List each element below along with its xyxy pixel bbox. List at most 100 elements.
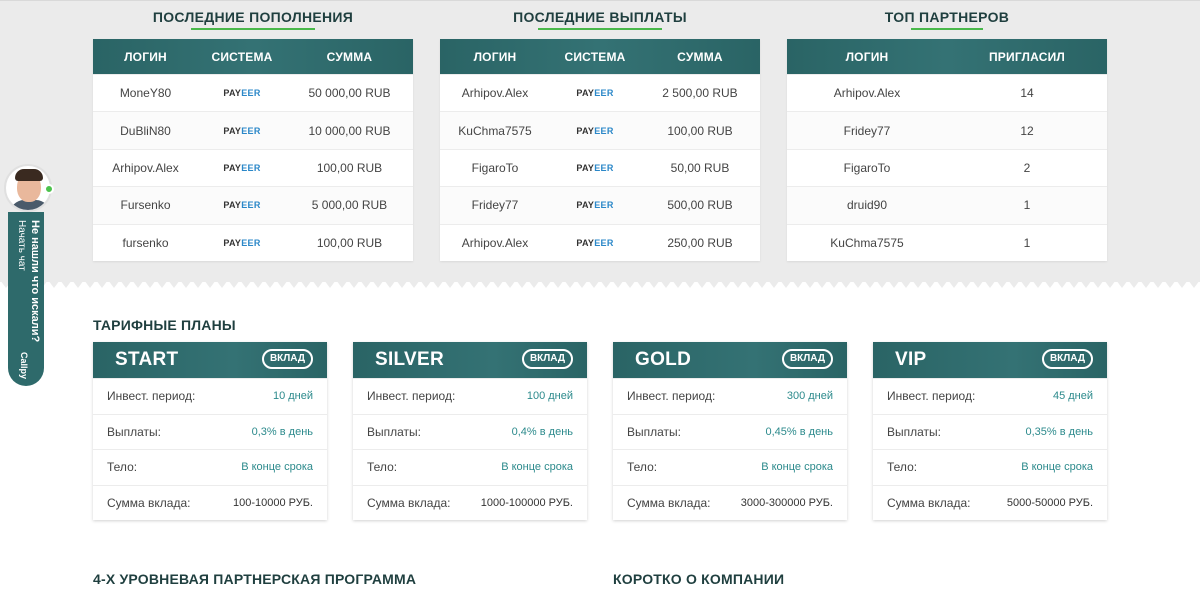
payeer-logo: PAYEER — [223, 200, 261, 211]
avatar-hair — [15, 169, 43, 181]
recent-payouts-title: ПОСЛЕДНИЕ ВЫПЛАТЫ — [440, 0, 760, 32]
row-login: FigaroTo — [471, 160, 519, 175]
row-amount: 250,00 RUB — [667, 235, 733, 250]
top-partners-title: ТОП ПАРТНЕРОВ — [787, 0, 1107, 32]
plan-row-period: Инвест. период: 100 дней — [353, 378, 587, 414]
partner-program-heading: 4-Х УРОВНЕВАЯ ПАРТНЕРСКАЯ ПРОГРАММА — [93, 571, 417, 587]
table-row: FigaroTo PAYEER 50,00 RUB — [440, 148, 760, 186]
plan-row-body: Тело: В конце срока — [93, 449, 327, 485]
row-login: Arhipov.Alex — [461, 235, 529, 250]
plan-row-amount: Сумма вклада: 1000-100000 РУБ. — [353, 484, 587, 521]
row-amount: 10 000,00 RUB — [308, 123, 391, 138]
recent-deposits-table: ЛОГИН СИСТЕМА СУММА MoneY80 PAYEER 50 00… — [93, 39, 413, 261]
plan-name: GOLD — [635, 349, 692, 370]
col-invited: ПРИГЛАСИЛ — [988, 49, 1066, 64]
table-row: druid90 1 — [787, 186, 1107, 224]
table-row: Fridey77 PAYEER 500,00 RUB — [440, 186, 760, 224]
plan-row-period: Инвест. период: 10 дней — [93, 378, 327, 414]
start-chat-button[interactable]: Не нашли что искали? Начать чат Callpy — [8, 212, 44, 386]
plan-row-amount: Сумма вклада: 3000-300000 РУБ. — [613, 484, 847, 521]
row-invited: 14 — [1020, 86, 1034, 101]
row-login: Fridey77 — [471, 198, 519, 213]
payeer-logo: PAYEER — [223, 88, 261, 99]
table-header: ЛОГИН СИСТЕМА СУММА — [440, 39, 760, 74]
payeer-logo: PAYEER — [576, 237, 614, 248]
row-login: druid90 — [846, 198, 888, 213]
payeer-logo: PAYEER — [576, 125, 614, 136]
table-row: Arhipov.Alex PAYEER 250,00 RUB — [440, 223, 760, 261]
title-underline — [911, 28, 983, 30]
payeer-logo: PAYEER — [576, 200, 614, 211]
deposit-button[interactable]: ВКЛАД — [781, 349, 833, 369]
plan-name: START — [115, 349, 179, 370]
recent-deposits-title: ПОСЛЕДНИЕ ПОПОЛНЕНИЯ — [93, 0, 413, 32]
row-invited: 1 — [1023, 235, 1031, 250]
plan-row-amount: Сумма вклада: 100-10000 РУБ. — [93, 484, 327, 521]
row-login: fursenko — [122, 235, 169, 250]
table-row: KuChma7575 1 — [787, 223, 1107, 261]
title-underline — [538, 28, 662, 30]
chat-brand: Callpy — [19, 352, 29, 380]
row-login: Fridey77 — [843, 123, 891, 138]
plan-name: SILVER — [375, 349, 445, 370]
online-status-dot — [44, 184, 54, 194]
table-header: ЛОГИН ПРИГЛАСИЛ — [787, 39, 1107, 74]
about-company-heading: КОРОТКО О КОМПАНИИ — [613, 571, 785, 587]
col-login: ЛОГИН — [473, 49, 517, 64]
plan-card-silver: SILVER ВКЛАД Инвест. период: 100 дней Вып… — [353, 342, 587, 520]
top-partners-block: ТОП ПАРТНЕРОВ ЛОГИН ПРИГЛАСИЛ Arhipov.Al… — [787, 0, 1107, 261]
table-row: fursenko PAYEER 100,00 RUB — [93, 223, 413, 261]
row-login: Arhipov.Alex — [833, 86, 901, 101]
table-row: Fridey77 12 — [787, 111, 1107, 149]
row-login: KuChma7575 — [458, 123, 532, 138]
row-login: FigaroTo — [843, 160, 891, 175]
table-row: KuChma7575 PAYEER 100,00 RUB — [440, 111, 760, 149]
zigzag-divider — [0, 280, 1200, 292]
table-header: ЛОГИН СИСТЕМА СУММА — [93, 39, 413, 74]
table-row: MoneY80 PAYEER 50 000,00 RUB — [93, 74, 413, 111]
table-row: FigaroTo 2 — [787, 148, 1107, 186]
row-invited: 1 — [1023, 198, 1031, 213]
plan-name: VIP — [895, 349, 927, 370]
top-partners-table: ЛОГИН ПРИГЛАСИЛ Arhipov.Alex 14 Fridey77… — [787, 39, 1107, 261]
row-amount: 100,00 RUB — [316, 160, 383, 175]
row-login: Arhipov.Alex — [112, 160, 179, 175]
row-login: KuChma7575 — [830, 235, 904, 250]
payeer-logo: PAYEER — [223, 237, 261, 248]
recent-payouts-table: ЛОГИН СИСТЕМА СУММА Arhipov.Alex PAYEER … — [440, 39, 760, 261]
plan-header: START ВКЛАД — [93, 342, 327, 378]
recent-payouts-block: ПОСЛЕДНИЕ ВЫПЛАТЫ ЛОГИН СИСТЕМА СУММА Ar… — [440, 0, 760, 261]
row-login: DuBliN80 — [120, 123, 171, 138]
plan-row-payouts: Выплаты: 0,35% в день — [873, 413, 1107, 450]
table-row: Arhipov.Alex PAYEER 2 500,00 RUB — [440, 74, 760, 111]
table-row: Arhipov.Alex PAYEER 100,00 RUB — [93, 148, 413, 186]
row-amount: 2 500,00 RUB — [662, 86, 738, 101]
row-amount: 500,00 RUB — [667, 198, 733, 213]
row-amount: 50 000,00 RUB — [308, 86, 391, 101]
plan-card-start: START ВКЛАД Инвест. период: 10 дней Выпла… — [93, 342, 327, 520]
payeer-logo: PAYEER — [223, 162, 261, 173]
recent-deposits-block: ПОСЛЕДНИЕ ПОПОЛНЕНИЯ ЛОГИН СИСТЕМА СУММА… — [93, 0, 413, 261]
plan-card-gold: GOLD ВКЛАД Инвест. период: 300 дней Выпла… — [613, 342, 847, 520]
row-amount: 50,00 RUB — [670, 160, 730, 175]
col-login: ЛОГИН — [845, 49, 889, 64]
row-amount: 100,00 RUB — [316, 235, 383, 250]
col-system: СИСТЕМА — [211, 49, 273, 64]
plan-card-vip: VIP ВКЛАД Инвест. период: 45 дней Выплаты… — [873, 342, 1107, 520]
plan-row-body: Тело: В конце срока — [873, 449, 1107, 485]
plan-row-payouts: Выплаты: 0,3% в день — [93, 413, 327, 450]
row-invited: 2 — [1023, 160, 1031, 175]
table-row: Fursenko PAYEER 5 000,00 RUB — [93, 186, 413, 224]
deposit-button[interactable]: ВКЛАД — [1041, 349, 1093, 369]
col-amount: СУММА — [326, 49, 373, 64]
plan-row-body: Тело: В конце срока — [353, 449, 587, 485]
plan-row-amount: Сумма вклада: 5000-50000 РУБ. — [873, 484, 1107, 521]
row-invited: 12 — [1020, 123, 1034, 138]
plan-row-payouts: Выплаты: 0,45% в день — [613, 413, 847, 450]
deposit-button[interactable]: ВКЛАД — [261, 349, 313, 369]
plan-header: SILVER ВКЛАД — [353, 342, 587, 378]
table-row: Arhipov.Alex 14 — [787, 74, 1107, 111]
plan-row-period: Инвест. период: 300 дней — [613, 378, 847, 414]
table-row: DuBliN80 PAYEER 10 000,00 RUB — [93, 111, 413, 149]
deposit-button[interactable]: ВКЛАД — [521, 349, 573, 369]
